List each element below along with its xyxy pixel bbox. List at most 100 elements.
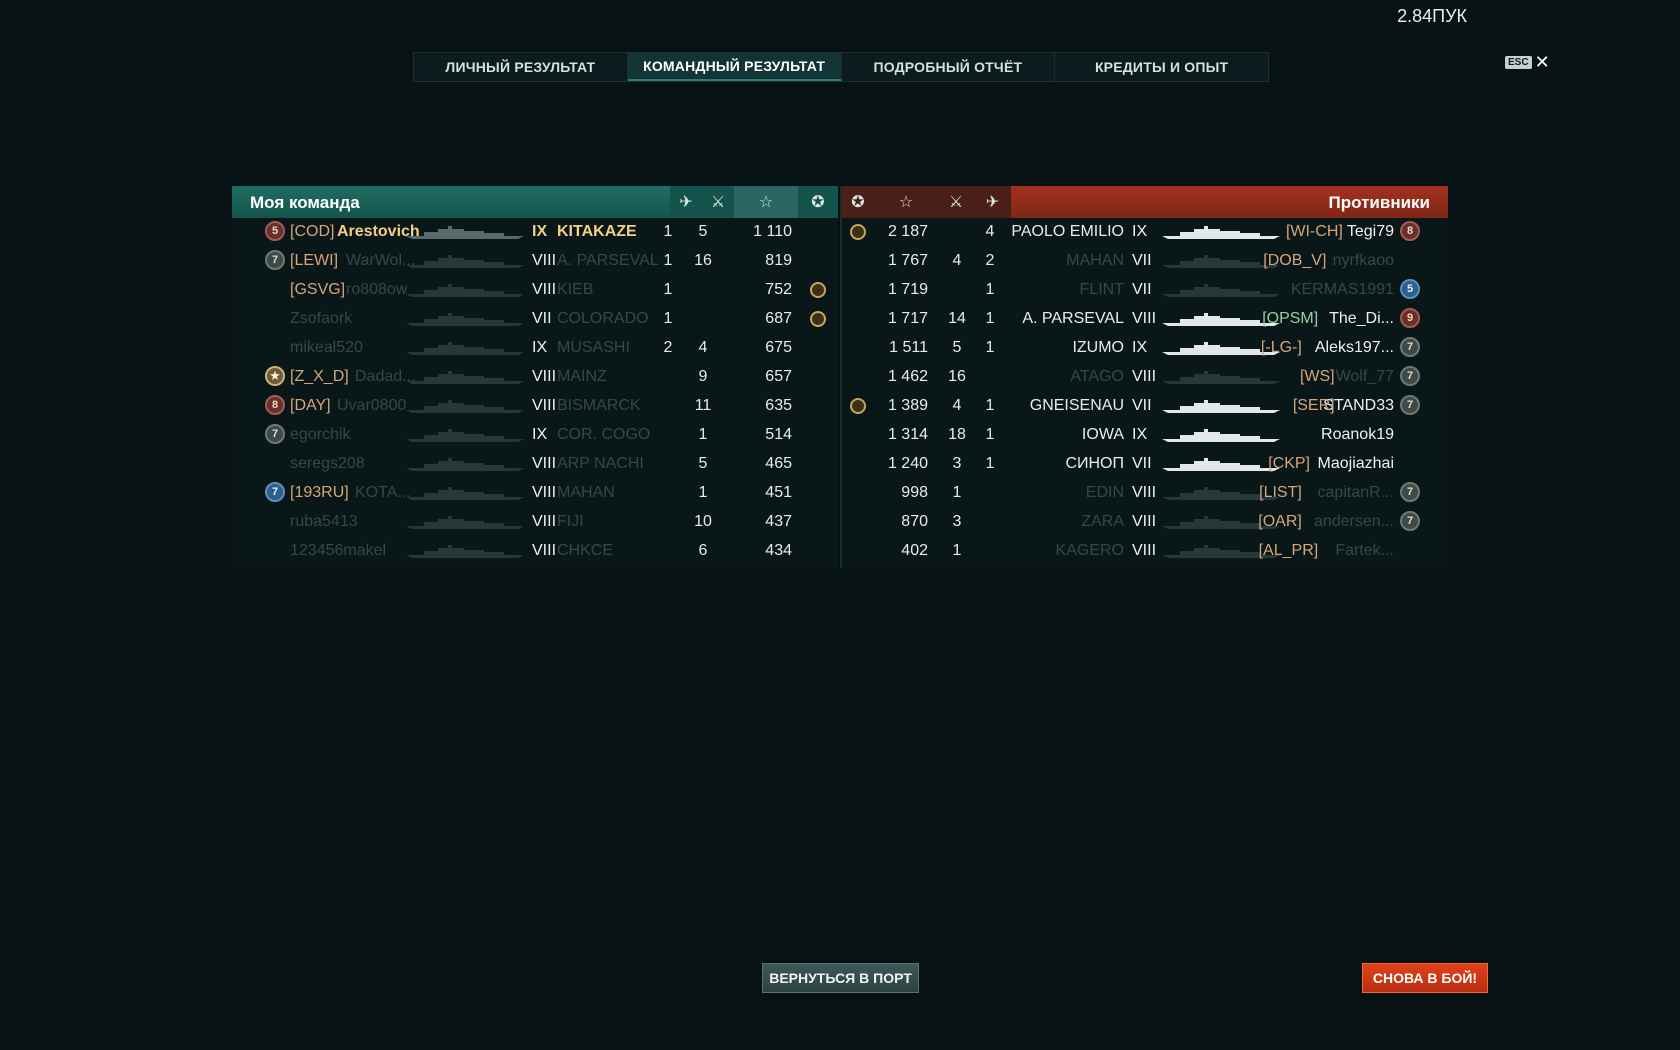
ships-destroyed: 1: [952, 542, 962, 559]
tab-credits-exp[interactable]: КРЕДИТЫ И ОПЫТ: [1055, 53, 1268, 81]
enemy-team-row[interactable]: 1 719 1 FLINT VII KERMAS1991 5: [232, 276, 1448, 305]
enemy-team-row[interactable]: 1 462 16 ATAGO VIII Wolf_77 [WS] 7: [232, 363, 1448, 392]
player-name: nyrfkaoo: [1332, 252, 1394, 269]
enemy-team-row[interactable]: 998 1 EDIN VIII capitanR... [LIST] 7: [232, 479, 1448, 508]
enemy-team-row[interactable]: 1 717 14 1 A. PARSEVAL VIII The_Di... [OPSM] 9: [232, 305, 1448, 334]
ship-tier: VII: [1132, 252, 1152, 269]
enemy-team-row[interactable]: 870 3 ZARA VIII andersen... [OAR] 7: [232, 508, 1448, 537]
battle-again-button[interactable]: СНОВА В БОЙ!: [1362, 963, 1488, 993]
ship-name: MAHAN: [1066, 252, 1124, 269]
tab-team-result[interactable]: КОМАНДНЫЙ РЕЗУЛЬТАТ: [627, 53, 842, 81]
enemy-planes-column-icon[interactable]: ✈: [974, 186, 1011, 218]
ships-destroyed: 3: [952, 513, 962, 530]
return-to-port-button[interactable]: ВЕРНУТЬСЯ В ПОРТ: [762, 963, 919, 993]
rank-badge-icon: 7: [1400, 395, 1420, 415]
base-exp: 1 767: [887, 252, 928, 269]
ship-tier: VIII: [1132, 310, 1157, 327]
base-exp: 1 717: [887, 310, 928, 327]
player-name: Maojiazhai: [1317, 455, 1394, 472]
rank-badge-icon: 7: [1400, 482, 1420, 502]
ships-destroyed: 18: [948, 426, 966, 443]
ship-name: A. PARSEVAL: [1022, 310, 1124, 327]
ship-tier: VIII: [1132, 513, 1157, 530]
planes-destroyed: 1: [985, 310, 995, 327]
planes-destroyed: 1: [985, 397, 995, 414]
kills-column-icon[interactable]: ⚔: [702, 186, 734, 218]
ship-silhouette-icon: [1160, 368, 1282, 384]
close-button[interactable]: ESC ✕: [1505, 52, 1550, 72]
close-icon: ✕: [1534, 52, 1550, 72]
enemy-team-header: Противники: [1011, 186, 1448, 218]
player-clan: [SER]: [1292, 397, 1335, 414]
player-clan: [LIST]: [1259, 484, 1302, 501]
tab-detailed-report[interactable]: ПОДРОБНЫЙ ОТЧЁТ: [841, 53, 1056, 81]
ship-name: IZUMO: [1072, 339, 1124, 356]
rank-badge-icon: 7: [1400, 511, 1420, 531]
enemy-team-row[interactable]: 1 314 18 1 IOWA IX Roanok19: [232, 421, 1448, 450]
ship-name: GNEISENAU: [1029, 397, 1124, 414]
player-rows: 5 [COD] Arestovich IX KITAKAZE 1 5 1 110 7 [LEWI]…: [232, 186, 1448, 568]
base-exp: 1 719: [887, 281, 928, 298]
medal-column-icon[interactable]: ✪: [798, 186, 838, 218]
my-team-title: Моя команда: [250, 193, 360, 212]
enemy-team-row[interactable]: 2 187 4 PAOLO EMILIO IX Tegi79 [WI-CH] 8: [232, 218, 1448, 247]
ships-destroyed: 4: [952, 252, 962, 269]
rank-badge-icon: 5: [1400, 279, 1420, 299]
tab-personal-result[interactable]: ЛИЧНЫЙ РЕЗУЛЬТАТ: [414, 53, 628, 81]
ship-silhouette-icon: [1160, 426, 1282, 442]
ship-tier: VIII: [1132, 484, 1157, 501]
planes-destroyed: 1: [985, 426, 995, 443]
player-clan: [-LG-]: [1260, 339, 1302, 356]
ships-destroyed: 14: [948, 310, 966, 327]
player-clan: [DOB_V]: [1263, 252, 1327, 269]
esc-key-icon: ESC: [1505, 55, 1532, 69]
enemy-medal-column-icon[interactable]: ✪: [842, 186, 874, 218]
player-name: andersen...: [1313, 513, 1394, 530]
base-exp: 870: [901, 513, 928, 530]
rank-badge-icon: 7: [1400, 337, 1420, 357]
planes-column-icon[interactable]: ✈: [670, 186, 702, 218]
ship-name: IOWA: [1081, 426, 1124, 443]
planes-destroyed: 1: [985, 339, 995, 356]
ships-destroyed: 1: [952, 484, 962, 501]
ship-name: PAOLO EMILIO: [1011, 223, 1124, 240]
base-exp: 1 462: [887, 368, 928, 385]
ship-tier: IX: [1132, 339, 1148, 356]
enemy-team-row[interactable]: 1 389 4 1 GNEISENAU VII STAND33 [SER] 7: [232, 392, 1448, 421]
enemy-team-row[interactable]: 1 767 4 2 MAHAN VII nyrfkaoo [DOB_V]: [232, 247, 1448, 276]
ships-destroyed: 5: [952, 339, 962, 356]
ship-silhouette-icon: [1160, 281, 1282, 297]
ship-silhouette-icon: [1160, 455, 1282, 471]
rank-badge-icon: 7: [1400, 366, 1420, 386]
enemy-team-row[interactable]: 402 1 KAGERO VIII Fartek... [AL_PR]: [232, 537, 1448, 566]
base-exp: 1 314: [887, 426, 928, 443]
ship-tier: IX: [1132, 223, 1148, 240]
ship-tier: VII: [1132, 455, 1152, 472]
ships-destroyed: 4: [952, 397, 962, 414]
player-name: Tegi79: [1346, 223, 1394, 240]
enemy-exp-column-icon[interactable]: ☆: [874, 186, 938, 218]
enemy-kills-column-icon[interactable]: ⚔: [938, 186, 974, 218]
base-exp: 998: [901, 484, 928, 501]
medal-icon: [850, 224, 866, 240]
player-clan: [OPSM]: [1262, 310, 1319, 327]
player-name: capitanR...: [1317, 484, 1394, 501]
player-name: The_Di...: [1329, 310, 1394, 327]
player-clan: [CKP]: [1268, 455, 1310, 472]
base-exp: 402: [901, 542, 928, 559]
player-name: Fartek...: [1335, 542, 1394, 559]
enemy-team-title: Противники: [1328, 193, 1430, 212]
ship-name: ATAGO: [1070, 368, 1124, 385]
base-exp: 1 511: [889, 339, 928, 356]
team-results-board: Моя команда ✈ ⚔ ☆ ✪ ✪ ☆ ⚔ ✈ Противники 5…: [232, 186, 1448, 568]
base-exp: 1 240: [887, 455, 928, 472]
ships-destroyed: 3: [952, 455, 962, 472]
exp-column-icon[interactable]: ☆: [734, 186, 798, 218]
enemy-team-row[interactable]: 1 511 5 1 IZUMO IX Aleks197... [-LG-] 7: [232, 334, 1448, 363]
ship-tier: IX: [1132, 426, 1148, 443]
planes-destroyed: 2: [985, 252, 995, 269]
player-clan: [WI-CH]: [1285, 223, 1343, 240]
enemy-team-row[interactable]: 1 240 3 1 СИНОП VII Maojiazhai [CKP]: [232, 450, 1448, 479]
ships-destroyed: 16: [948, 368, 966, 385]
ship-name: СИНОП: [1065, 455, 1124, 472]
